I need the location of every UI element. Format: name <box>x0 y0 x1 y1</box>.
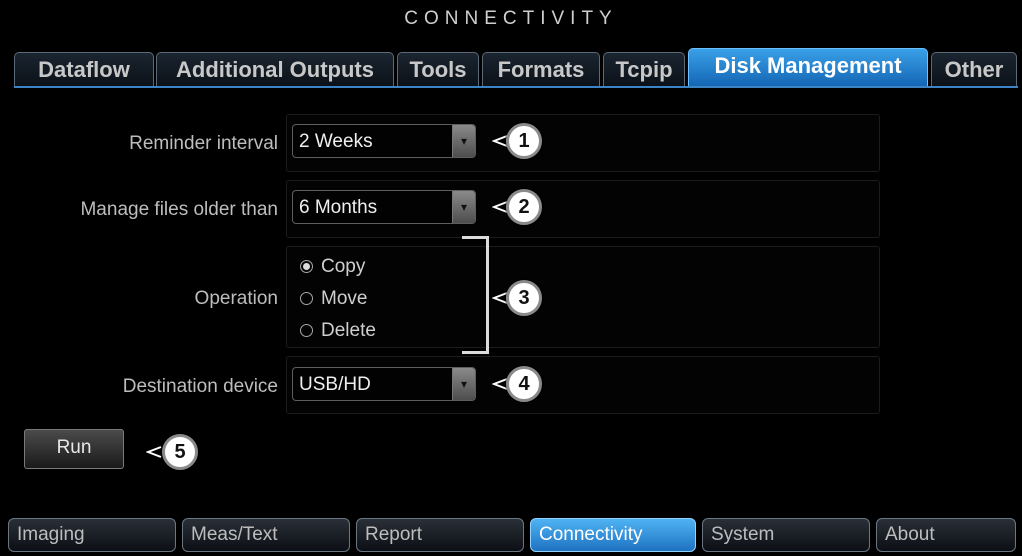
bottom-tab-about[interactable]: About <box>876 518 1016 552</box>
bottom-tab-imaging[interactable]: Imaging <box>8 518 176 552</box>
bottom-tab-system[interactable]: System <box>702 518 870 552</box>
tab-underline <box>14 86 1018 88</box>
radio-unselected-icon <box>300 324 313 337</box>
radio-label: Delete <box>321 320 376 341</box>
run-button[interactable]: Run <box>24 429 124 469</box>
destination-device-value: USB/HD <box>299 374 371 395</box>
chevron-down-icon[interactable]: ▾ <box>452 368 475 400</box>
tab-dataflow[interactable]: Dataflow <box>14 52 154 86</box>
radio-label: Move <box>321 288 368 309</box>
destination-device-select[interactable]: USB/HD ▾ <box>292 367 476 401</box>
chevron-down-icon[interactable]: ▾ <box>452 125 475 157</box>
tab-bar: Dataflow Additional Outputs Tools Format… <box>0 48 1022 88</box>
radio-copy[interactable]: Copy <box>300 256 365 278</box>
radio-selected-icon <box>300 260 313 273</box>
tab-tcpip[interactable]: Tcpip <box>603 52 685 86</box>
tab-additional-outputs[interactable]: Additional Outputs <box>156 52 394 86</box>
reminder-interval-value: 2 Weeks <box>299 131 373 152</box>
callout-badge: 3 <box>506 280 542 316</box>
reminder-interval-label: Reminder interval <box>129 133 278 154</box>
radio-move[interactable]: Move <box>300 288 367 310</box>
radio-delete[interactable]: Delete <box>300 320 376 342</box>
chevron-down-icon[interactable]: ▾ <box>452 191 475 223</box>
callout-badge: 5 <box>162 434 198 470</box>
radio-label: Copy <box>321 256 366 277</box>
tab-tools[interactable]: Tools <box>397 52 479 86</box>
manage-files-select[interactable]: 6 Months ▾ <box>292 190 476 224</box>
bottom-tab-connectivity[interactable]: Connectivity <box>530 518 696 552</box>
callout-badge: 4 <box>506 366 542 402</box>
manage-files-value: 6 Months <box>299 197 378 218</box>
radio-unselected-icon <box>300 292 313 305</box>
tab-other[interactable]: Other <box>931 52 1017 86</box>
manage-files-label: Manage files older than <box>80 199 278 220</box>
reminder-interval-select[interactable]: 2 Weeks ▾ <box>292 124 476 158</box>
callout-pointer-icon <box>146 446 162 458</box>
page-title: CONNECTIVITY <box>404 8 618 29</box>
bottom-tab-report[interactable]: Report <box>356 518 524 552</box>
tab-formats[interactable]: Formats <box>482 52 600 86</box>
bottom-tab-meas-text[interactable]: Meas/Text <box>182 518 350 552</box>
bracket-icon <box>462 236 489 354</box>
callout-badge: 1 <box>506 123 542 159</box>
tab-disk-management[interactable]: Disk Management <box>688 48 928 86</box>
operation-label: Operation <box>194 288 278 309</box>
bottom-tab-bar: Imaging Meas/Text Report Connectivity Sy… <box>0 512 1022 556</box>
destination-device-label: Destination device <box>122 376 278 397</box>
callout-badge: 2 <box>506 189 542 225</box>
